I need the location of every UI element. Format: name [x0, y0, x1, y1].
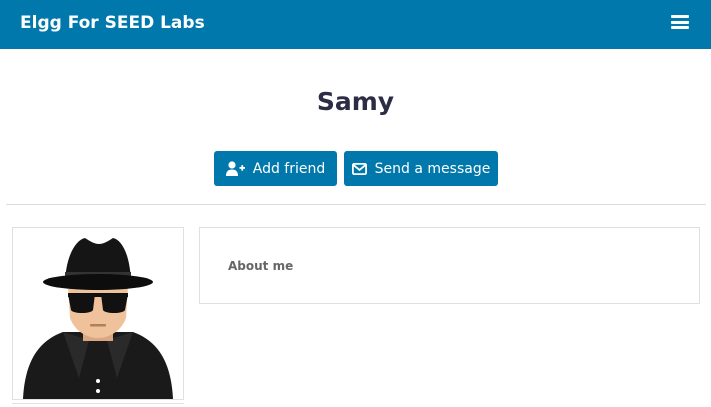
about-me-panel: About me: [199, 227, 700, 304]
envelope-icon: [351, 162, 367, 175]
top-navigation-bar: Elgg For SEED Labs: [0, 0, 711, 49]
avatar[interactable]: [12, 227, 184, 400]
section-divider: [6, 204, 706, 205]
spy-avatar-icon: [23, 238, 173, 399]
hamburger-menu-icon[interactable]: [671, 15, 689, 29]
send-message-label: Send a message: [374, 160, 491, 177]
add-friend-label: Add friend: [252, 160, 326, 177]
site-name[interactable]: Elgg For SEED Labs: [20, 12, 205, 34]
user-plus-icon: [225, 161, 245, 176]
send-message-button[interactable]: Send a message: [344, 151, 498, 186]
about-me-label: About me: [228, 259, 294, 273]
avatar-divider: [12, 403, 184, 404]
add-friend-button[interactable]: Add friend: [214, 151, 337, 186]
profile-name: Samy: [316, 87, 395, 116]
